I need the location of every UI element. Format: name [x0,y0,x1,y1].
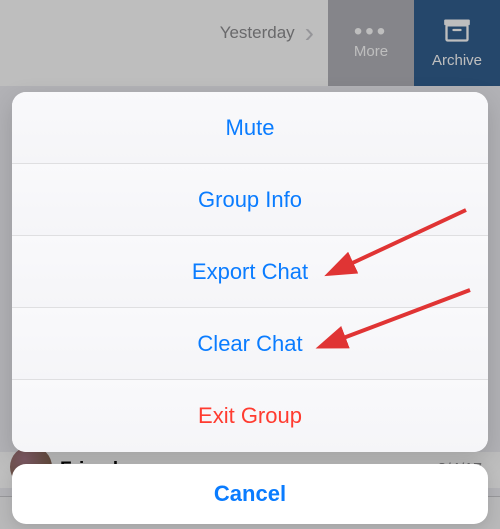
screen: Yesterday › ••• More Archive Friends 8/4… [0,0,500,529]
action-label: Clear Chat [197,331,302,357]
action-group-info[interactable]: Group Info [12,164,488,236]
action-clear-chat[interactable]: Clear Chat [12,308,488,380]
action-label: Export Chat [192,259,308,285]
action-sheet: Mute Group Info Export Chat Clear Chat E… [12,92,488,452]
action-label: Group Info [198,187,302,213]
action-label: Exit Group [198,403,302,429]
action-exit-group[interactable]: Exit Group [12,380,488,452]
action-cancel[interactable]: Cancel [12,464,488,524]
action-mute[interactable]: Mute [12,92,488,164]
cancel-label: Cancel [214,481,286,507]
action-label: Mute [226,115,275,141]
action-export-chat[interactable]: Export Chat [12,236,488,308]
